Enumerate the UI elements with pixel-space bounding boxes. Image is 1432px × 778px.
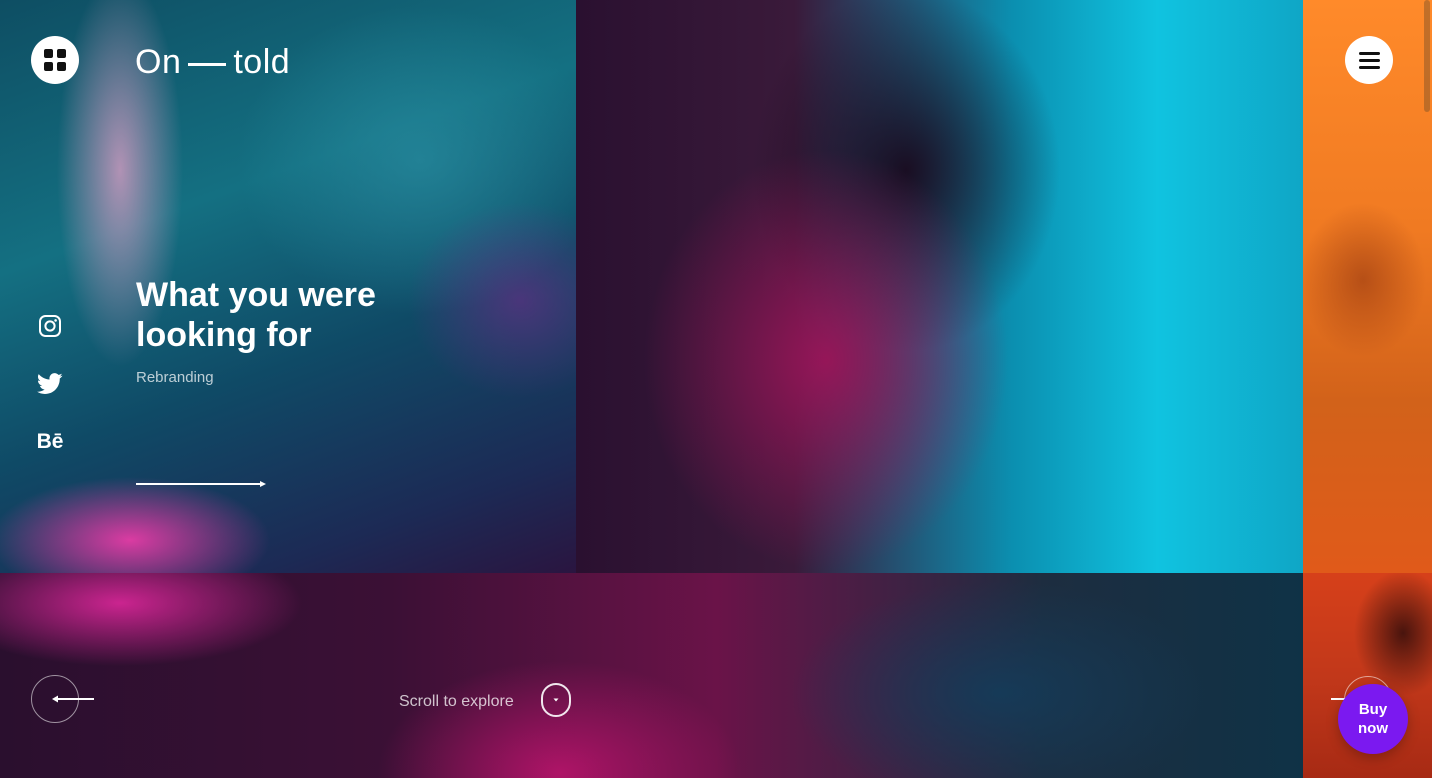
- slide-photo: [576, 0, 1303, 573]
- twitter-link[interactable]: [36, 370, 64, 398]
- logo-dash: [188, 62, 227, 66]
- arrow-left-icon: [52, 695, 94, 703]
- scroll-down-button[interactable]: [541, 683, 571, 717]
- scrollbar-thumb[interactable]: [1424, 0, 1430, 112]
- bottom-photo-band: [0, 573, 1303, 778]
- next-slide-panel[interactable]: [1303, 0, 1432, 573]
- grid-menu-button[interactable]: [31, 36, 79, 84]
- hero-slider: [0, 0, 1432, 778]
- twitter-icon: [37, 373, 63, 394]
- instagram-link[interactable]: [36, 312, 64, 340]
- site-logo[interactable]: On told: [135, 42, 290, 82]
- long-arrow-right-icon[interactable]: [136, 478, 266, 490]
- scroll-to-explore-label: Scroll to explore: [399, 693, 514, 710]
- logo-left-text: On: [135, 42, 182, 81]
- buy-now-button[interactable]: Buy now: [1338, 684, 1408, 754]
- grid-icon: [44, 49, 66, 71]
- behance-link[interactable]: Bē: [36, 428, 64, 456]
- hamburger-menu-icon: [1358, 51, 1380, 69]
- logo-right-text: told: [233, 42, 291, 81]
- chevron-down-icon: [553, 698, 559, 702]
- buy-now-label: Buy now: [1358, 701, 1388, 737]
- instagram-icon: [39, 315, 61, 337]
- slide-headline: What you were looking for: [136, 276, 376, 354]
- main-menu-button[interactable]: [1345, 36, 1393, 84]
- slide-category: Rebranding: [136, 369, 214, 386]
- behance-icon: Bē: [36, 430, 64, 453]
